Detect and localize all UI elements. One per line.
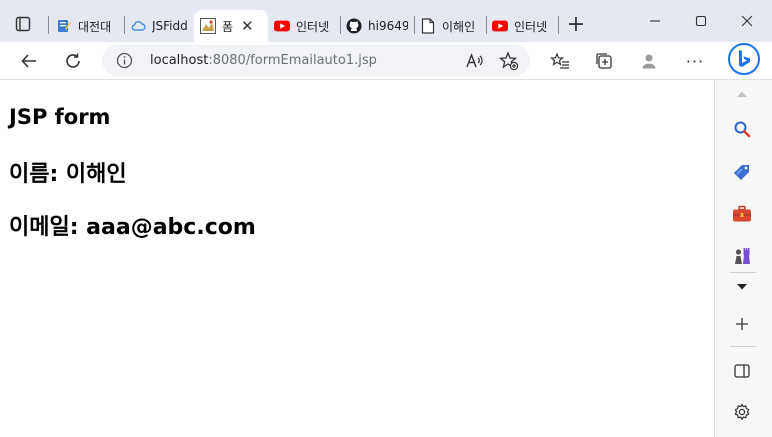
star-add-icon (499, 51, 519, 71)
caret-down-icon (737, 284, 747, 290)
page-heading: JSP form (9, 105, 111, 129)
sidebar-shopping[interactable] (728, 158, 756, 186)
profile-button[interactable] (634, 46, 664, 76)
sidebar-search[interactable] (728, 115, 756, 143)
read-aloud-icon (466, 53, 483, 68)
sidebar-hide[interactable] (728, 357, 756, 385)
document-icon (420, 18, 436, 34)
sidebar-games[interactable] (728, 242, 756, 270)
more-horizontal-icon: ··· (685, 51, 705, 71)
tab-separator (558, 16, 559, 34)
tab-actions-icon (15, 16, 31, 32)
bing-icon (728, 43, 760, 75)
plus-icon (736, 318, 748, 330)
maximize-icon (695, 15, 707, 27)
tab-label: hi9649 (368, 19, 408, 33)
tab-form-active[interactable]: 폼 ✕ (194, 10, 268, 42)
tab-label: 이해인 (442, 19, 476, 34)
tab-youtube-1[interactable]: 인터넷 (268, 10, 340, 42)
jsfiddle-cloud-icon (130, 18, 146, 34)
email-output: 이메일: aaa@abc.com (9, 215, 256, 240)
tab-label: 인터넷 (514, 19, 548, 34)
tab-youtube-2[interactable]: 인터넷 (486, 10, 558, 42)
favorites-list-icon (550, 52, 569, 69)
youtube-icon (492, 18, 508, 34)
url-path: :8080/formEmailauto1.jsp (208, 53, 377, 68)
address-bar[interactable]: localhost:8080/formEmailauto1.jsp (102, 45, 530, 76)
browser-toolbar: localhost:8080/formEmailauto1.jsp ··· (0, 42, 772, 80)
name-output: 이름: 이해인 (9, 162, 127, 187)
gear-icon (734, 403, 750, 421)
url-text[interactable]: localhost:8080/formEmailauto1.jsp (150, 53, 377, 68)
sidebar-panel-icon (734, 364, 750, 378)
bing-chat-button[interactable] (727, 42, 761, 76)
tab-actions-button[interactable] (8, 12, 38, 36)
minimize-button[interactable] (632, 8, 678, 34)
tab-label: 폼 (222, 19, 234, 34)
sidebar-more-apps[interactable] (728, 273, 756, 301)
add-favorite-button[interactable] (494, 46, 524, 76)
read-aloud-button[interactable] (460, 46, 490, 76)
site-info-icon[interactable] (116, 52, 133, 69)
youtube-icon (274, 18, 290, 34)
search-icon (734, 121, 751, 138)
close-icon (741, 15, 753, 27)
notepad-icon (56, 18, 72, 34)
toolbox-icon (733, 205, 751, 222)
settings-more-button[interactable]: ··· (680, 46, 710, 76)
tab-separator (48, 16, 49, 34)
back-button[interactable] (14, 46, 44, 76)
tab-jsfiddle[interactable]: JSFiddl (124, 10, 194, 42)
new-tab-button[interactable]: + (564, 11, 588, 37)
sidebar-scroll-up[interactable] (728, 80, 756, 108)
sidebar-settings[interactable] (728, 398, 756, 426)
collections-icon (596, 53, 612, 69)
refresh-button[interactable] (58, 46, 88, 76)
collections-button[interactable] (589, 46, 619, 76)
plus-icon: + (566, 11, 586, 37)
profile-avatar-icon (642, 54, 656, 69)
close-tab-icon[interactable]: ✕ (241, 17, 254, 35)
tab-github[interactable]: hi9649 (340, 10, 414, 42)
shopping-tag-icon (734, 165, 749, 180)
refresh-icon (66, 53, 80, 68)
url-host: localhost (150, 53, 209, 68)
tab-label: JSFiddl (152, 19, 188, 33)
minimize-icon (650, 20, 660, 22)
github-icon (346, 18, 362, 34)
browser-titlebar: 대전대 JSFiddl 폼 ✕ 인터넷 hi9649 이해인 인터넷 + (0, 0, 772, 42)
sidebar-add[interactable] (728, 310, 756, 338)
page-content: JSP form 이름: 이해인 이메일: aaa@abc.com (0, 81, 714, 437)
sidebar-tools[interactable] (728, 200, 756, 228)
close-window-button[interactable] (724, 8, 770, 34)
tab-daejeon[interactable]: 대전대 (50, 10, 124, 42)
chess-pieces-icon (735, 248, 750, 264)
sidebar-divider (730, 346, 756, 347)
page-thumbnail-icon (200, 18, 216, 34)
tab-label: 인터넷 (296, 19, 330, 34)
favorites-button[interactable] (545, 46, 575, 76)
tab-label: 대전대 (78, 19, 112, 34)
back-arrow-icon (21, 54, 36, 68)
maximize-button[interactable] (678, 8, 724, 34)
caret-up-icon (737, 91, 747, 97)
tab-document[interactable]: 이해인 (414, 10, 486, 42)
